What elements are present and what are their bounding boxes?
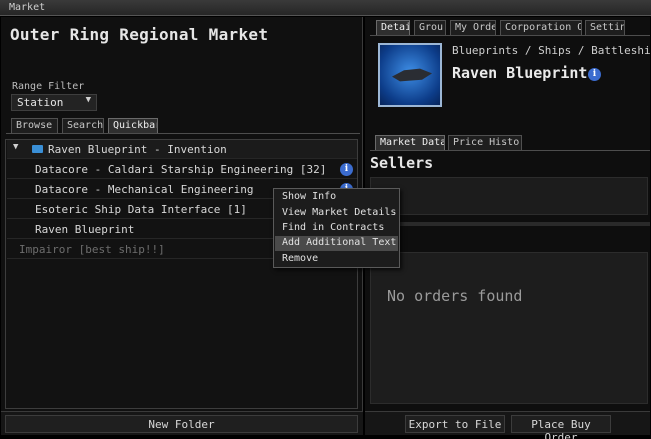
left-footer: New Folder (1, 411, 363, 435)
new-folder-button[interactable]: New Folder (5, 415, 358, 433)
tab-divider (6, 133, 360, 134)
tab-group[interactable]: Grou (414, 20, 446, 35)
chevron-down-icon: ▼ (85, 95, 91, 105)
breadcrumb[interactable]: Blueprints / Ships / Battleships / Ca (452, 44, 650, 57)
tab-browse[interactable]: Browse (11, 118, 58, 133)
sellers-heading: Sellers (370, 154, 434, 172)
tab-details[interactable]: Detai (376, 20, 410, 35)
window-titlebar[interactable]: Market (0, 0, 651, 16)
list-item[interactable]: Datacore - Caldari Starship Engineering … (7, 160, 357, 179)
tree-group-row[interactable]: ▼ Raven Blueprint - Invention (7, 140, 357, 159)
folder-icon (32, 145, 43, 153)
market-name: Outer Ring Regional Market (10, 25, 269, 44)
window-title: Market (9, 2, 46, 13)
list-item-label: Raven Blueprint (35, 223, 135, 236)
tab-divider (370, 150, 650, 151)
range-filter-value: Station (17, 96, 64, 109)
sellers-list[interactable] (370, 177, 648, 215)
item-title: Raven Blueprint (452, 64, 588, 82)
list-item-label: Impairor [best ship!!] (19, 243, 165, 256)
caret-down-icon[interactable]: ▼ (13, 142, 18, 152)
buyers-list[interactable] (370, 252, 648, 404)
place-buy-order-button[interactable]: Place Buy Order (511, 415, 611, 439)
tab-divider (370, 35, 650, 36)
tree-group-label: Raven Blueprint - Invention (48, 143, 227, 156)
tab-search[interactable]: Search (62, 118, 104, 133)
right-footer: Export to File Place Buy Order (365, 411, 650, 439)
quickbar-tree: ▼ Raven Blueprint - Invention Datacore -… (5, 139, 358, 409)
list-item-label: Datacore - Mechanical Engineering (35, 183, 254, 196)
info-icon[interactable]: i (340, 163, 353, 176)
list-item-label: Esoteric Ship Data Interface [1] (35, 203, 247, 216)
range-filter-label: Range Filter (12, 81, 85, 92)
no-orders-message: No orders found (387, 287, 523, 305)
context-menu: Show Info View Market Details Find in Co… (273, 188, 400, 268)
tab-market-data[interactable]: Market Data (375, 135, 445, 150)
tab-my-orders[interactable]: My Orde (450, 20, 496, 35)
export-to-file-button[interactable]: Export to File (405, 415, 505, 433)
ship-icon (392, 68, 432, 82)
tab-settings[interactable]: Settin (585, 20, 625, 35)
menu-item-add-additional-text[interactable]: Add Additional Text (275, 236, 398, 251)
menu-item-find-in-contracts[interactable]: Find in Contracts (275, 221, 398, 236)
tab-price-history[interactable]: Price History (448, 135, 522, 150)
tab-corporation-orders[interactable]: Corporation Or (500, 20, 582, 35)
menu-item-view-market-details[interactable]: View Market Details (275, 206, 398, 221)
splitter[interactable] (370, 222, 650, 226)
list-item-label: Datacore - Caldari Starship Engineering … (35, 163, 327, 176)
range-filter-select[interactable]: Station ▼ (11, 94, 97, 111)
menu-item-remove[interactable]: Remove (275, 252, 398, 267)
blueprint-icon[interactable] (378, 43, 442, 107)
info-icon[interactable]: i (588, 68, 601, 81)
tab-quickbar[interactable]: Quickbar (108, 118, 158, 133)
menu-item-show-info[interactable]: Show Info (275, 190, 398, 205)
